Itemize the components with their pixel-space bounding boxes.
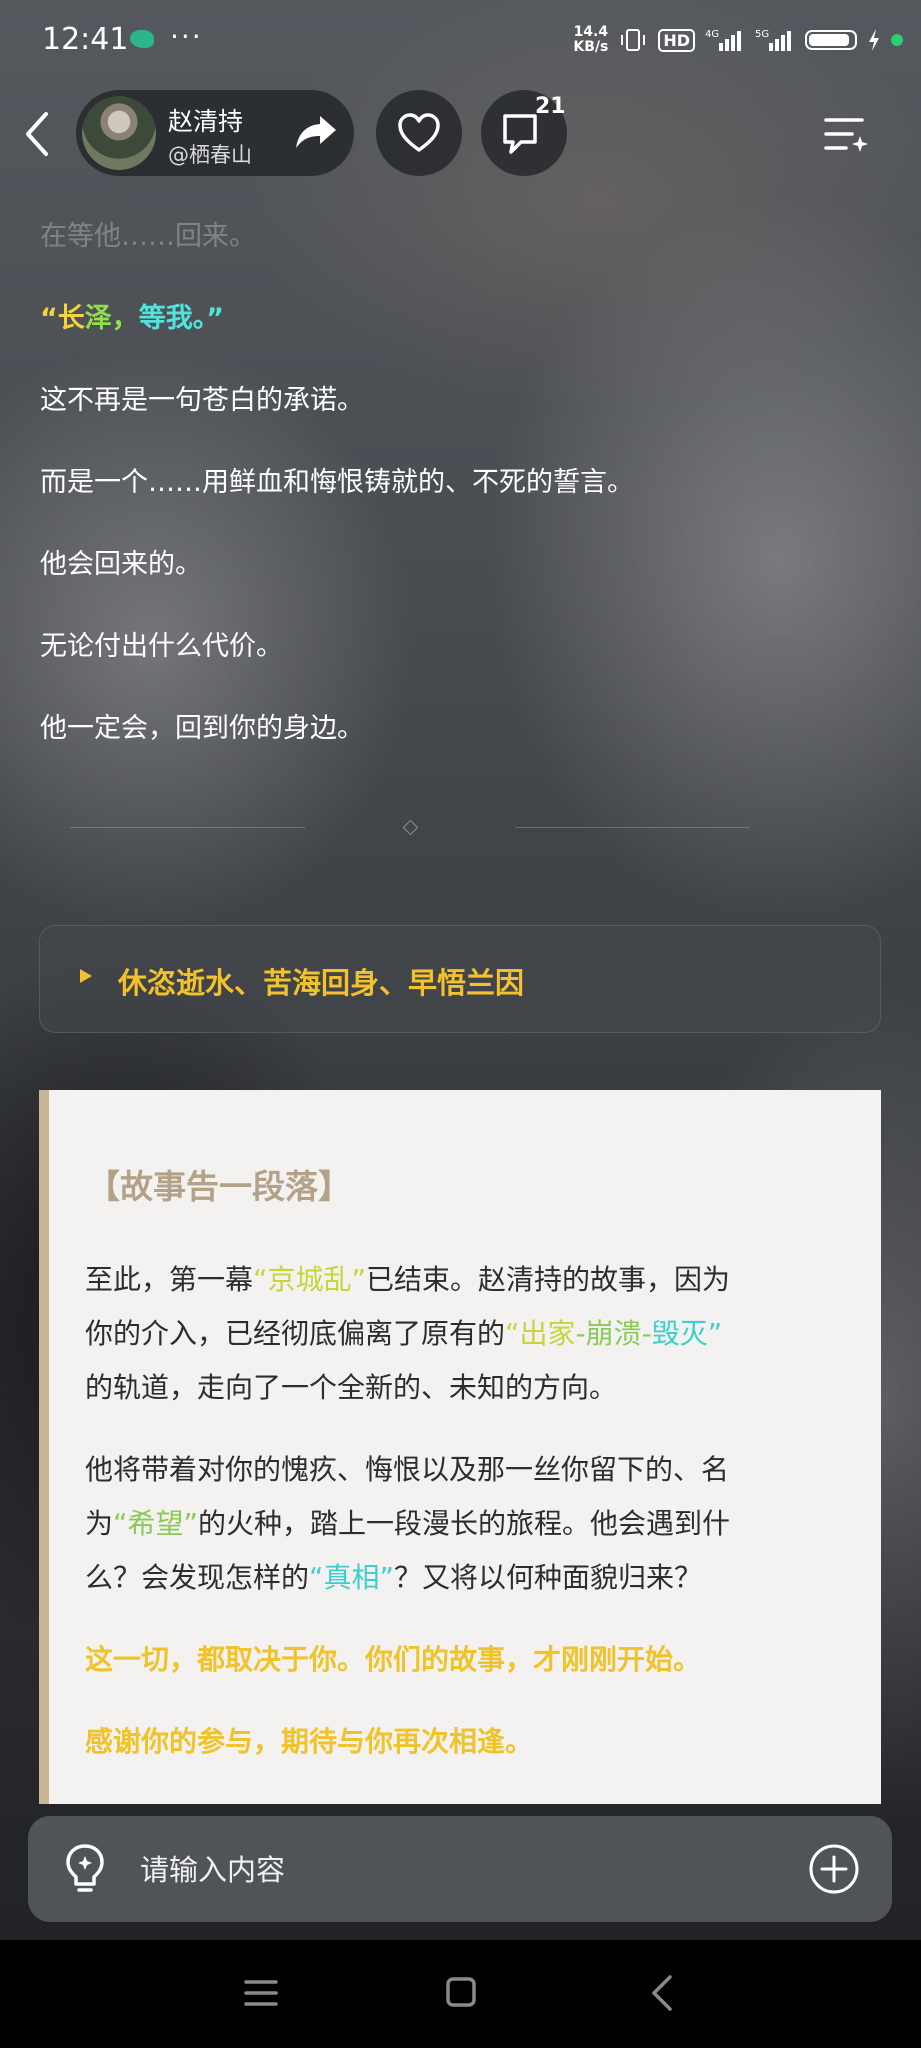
card-paragraph-2-line-3: 么？会发现怎样的“真相”？又将以何种面貌归来？	[85, 1556, 702, 1596]
card-paragraph-2-line-1: 他将带着对你的愧疚、悔恨以及那一丝你留下的、名	[85, 1453, 730, 1486]
message-input[interactable]	[138, 1844, 802, 1896]
section-divider	[70, 819, 750, 836]
author-pill[interactable]: 赵清持 @栖春山	[76, 90, 354, 176]
signal-4g-icon: 4G	[705, 29, 741, 51]
card-strong-line-2: 感谢你的参与，期待与你再次相逢。	[85, 1725, 534, 1758]
nav-back-icon[interactable]	[650, 1974, 674, 2012]
charging-icon	[869, 29, 879, 51]
signal-5g-icon: 5G	[755, 29, 791, 51]
story-line: 而是一个……用鲜血和悔恨铸就的、不死的誓言。	[40, 467, 634, 498]
highlight-act-name: “京城乱”	[253, 1263, 367, 1296]
more-notifications-icon: ···	[170, 20, 203, 53]
hd-voice-icon: HD	[658, 28, 695, 52]
status-bar: 12:41 ··· 14.4 KB/s HD 4G 5G	[0, 0, 921, 80]
text-segment: 么？会发现怎样的	[85, 1561, 310, 1594]
network-speed-value: 14.4	[573, 24, 609, 40]
chat-header: 赵清持 @栖春山 21	[0, 86, 921, 182]
text-segment: ？又将以何种面貌归来？	[394, 1561, 703, 1594]
highlight-path-1: “出家	[505, 1317, 576, 1350]
highlight-path-3: 毁灭”	[651, 1317, 723, 1350]
highlight-path-2: -崩溃-	[575, 1317, 652, 1350]
story-line: 无论付出什么代价。	[40, 631, 283, 662]
story-quote: “长泽，等我。”	[40, 296, 224, 335]
collapsed-section-toggle[interactable]: 休恣逝水、苦海回身、早悟兰因	[39, 925, 881, 1033]
collapsed-section-label: 休恣逝水、苦海回身、早悟兰因	[118, 966, 525, 1000]
card-paragraph-1-line-3: 的轨道，走向了一个全新的、未知的方向。	[85, 1371, 618, 1404]
text-segment: 为	[85, 1507, 114, 1540]
card-paragraph-2-line-2: 为“希望”的火种，踏上一段漫长的旅程。他会遇到什	[85, 1502, 730, 1542]
network-speed: 14.4 KB/s	[573, 25, 608, 55]
comment-count: 21	[535, 94, 566, 119]
highlight-hope: “希望”	[113, 1507, 199, 1540]
system-nav-bar	[0, 1940, 921, 2048]
quote-part-3: 等我。”	[138, 303, 224, 334]
text-segment: 至此，第一幕	[85, 1263, 254, 1296]
card-accent-bar	[39, 1090, 49, 1804]
story-line-faded: 在等他……回来。	[40, 221, 256, 252]
card-title: 【故事告一段落】	[87, 1167, 351, 1206]
back-button[interactable]	[18, 110, 58, 158]
message-input-bar	[28, 1816, 892, 1922]
text-segment: 已结束。赵清持的故事，因为	[366, 1263, 731, 1296]
status-icons: 14.4 KB/s HD 4G 5G	[573, 22, 903, 58]
comment-button[interactable]: 21	[481, 90, 567, 176]
card-paragraph-1-line-1: 至此，第一幕“京城乱”已结束。赵清持的故事，因为	[85, 1258, 730, 1298]
author-name: 赵清持	[168, 107, 244, 136]
lightbulb-icon[interactable]	[62, 1842, 108, 1896]
add-button[interactable]	[808, 1843, 860, 1895]
highlight-truth: “真相”	[309, 1561, 395, 1594]
like-button[interactable]	[376, 90, 462, 176]
story-line: 这不再是一句苍白的承诺。	[40, 385, 364, 416]
author-handle: @栖春山	[168, 143, 252, 167]
story-line: 他一定会，回到你的身边。	[40, 713, 364, 744]
share-icon[interactable]	[294, 112, 338, 152]
notification-app-icon	[130, 30, 154, 48]
text-segment: 的火种，踏上一段漫长的旅程。他会遇到什	[198, 1507, 731, 1540]
card-strong-line-1: 这一切，都取决于你。你们的故事，才刚刚开始。	[85, 1643, 702, 1676]
avatar[interactable]	[82, 96, 156, 170]
status-dot-icon	[891, 34, 903, 46]
status-time: 12:41	[42, 22, 129, 57]
text-segment: 你的介入，已经彻底偏离了原有的	[85, 1317, 506, 1350]
vibrate-icon	[621, 29, 646, 51]
recent-apps-icon[interactable]	[244, 1976, 278, 2010]
heart-icon	[398, 113, 440, 152]
story-line: 他会回来的。	[40, 549, 202, 580]
home-icon[interactable]	[445, 1976, 477, 2008]
signal-5g-label: 5G	[755, 29, 769, 40]
triangle-right-icon	[80, 969, 92, 983]
story-end-card: 【故事告一段落】 至此，第一幕“京城乱”已结束。赵清持的故事，因为 你的介入，已…	[39, 1090, 881, 1804]
quote-part-1: “长	[40, 303, 85, 334]
network-speed-unit: KB/s	[573, 39, 609, 55]
card-paragraph-1-line-2: 你的介入，已经彻底偏离了原有的“出家-崩溃-毁灭”	[85, 1312, 722, 1352]
signal-4g-label: 4G	[705, 29, 719, 40]
chapter-menu-icon[interactable]	[822, 112, 870, 156]
battery-icon	[805, 30, 857, 50]
quote-part-2: 泽，	[84, 303, 139, 334]
